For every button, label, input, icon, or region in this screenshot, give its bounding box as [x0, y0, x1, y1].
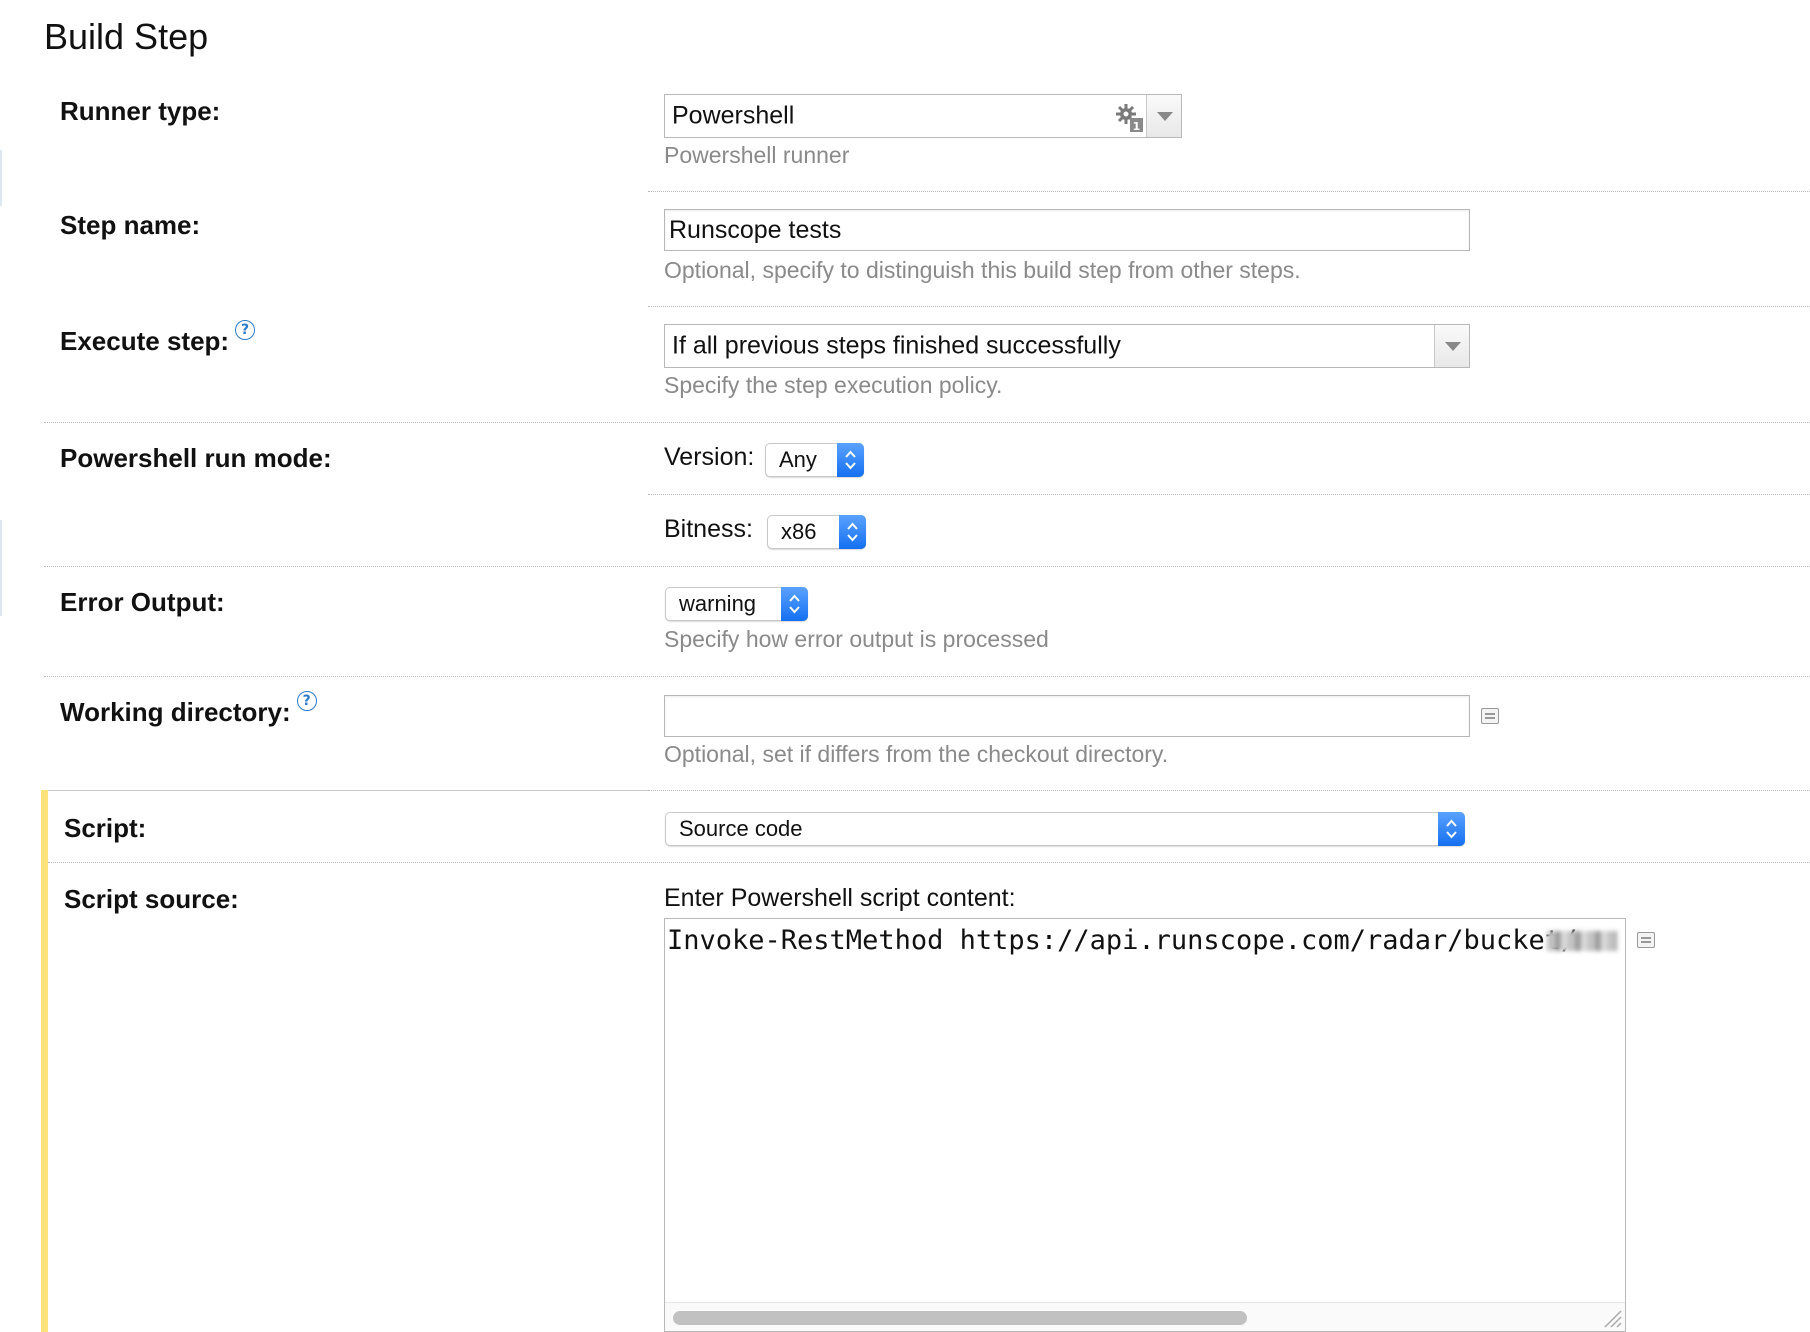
- script-label: Script:: [64, 813, 147, 843]
- redacted-text: [1547, 931, 1617, 951]
- step-name-field[interactable]: [664, 209, 1470, 251]
- svg-text:1: 1: [1133, 120, 1141, 133]
- directory-chooser-icon[interactable]: [1481, 708, 1499, 724]
- left-edge-marker: [0, 520, 2, 616]
- section-top-border: [44, 790, 648, 791]
- execute-step-label-text: Execute step:: [60, 326, 230, 356]
- working-directory-field[interactable]: [664, 695, 1470, 737]
- divider: [648, 306, 1810, 307]
- step-name-label: Step name:: [60, 210, 201, 240]
- runner-type-label: Runner type:: [60, 96, 221, 126]
- divider: [648, 790, 1810, 791]
- bitness-value: x86: [781, 519, 817, 544]
- horizontal-scrollbar[interactable]: [665, 1302, 1625, 1331]
- error-output-select[interactable]: warning: [665, 587, 808, 621]
- stepper-arrows-icon: [781, 587, 808, 621]
- scrollbar-thumb[interactable]: [673, 1311, 1247, 1325]
- divider: [44, 422, 1810, 423]
- working-directory-hint: Optional, set if differs from the checko…: [664, 741, 1169, 767]
- step-name-hint: Optional, specify to distinguish this bu…: [664, 257, 1301, 283]
- error-output-label: Error Output:: [60, 587, 225, 617]
- script-code-line: Invoke-RestMethod https://api.runscope.c…: [667, 925, 1578, 956]
- run-mode-label: Powershell run mode:: [60, 443, 332, 473]
- version-select[interactable]: Any: [765, 443, 864, 477]
- script-select[interactable]: Source code: [665, 812, 1465, 846]
- chevron-down-icon[interactable]: [1434, 325, 1469, 367]
- version-label: Version:: [664, 443, 755, 471]
- execute-step-label: Execute step:?: [60, 320, 256, 357]
- build-step-page: Build Step Runner type: Powershell 1 Pow…: [0, 0, 1810, 1332]
- divider: [44, 676, 1810, 677]
- runner-gear-icon: 1: [1115, 103, 1145, 140]
- execute-step-value: If all previous steps finished successfu…: [672, 331, 1121, 360]
- script-source-editor[interactable]: Invoke-RestMethod https://api.runscope.c…: [664, 918, 1626, 1332]
- chevron-down-icon[interactable]: [1146, 95, 1181, 137]
- help-icon[interactable]: ?: [235, 320, 256, 340]
- page-title: Build Step: [44, 16, 209, 57]
- modified-section-bar: [41, 790, 48, 1332]
- script-value: Source code: [679, 816, 803, 841]
- error-output-value: warning: [679, 591, 757, 616]
- stepper-arrows-icon: [1438, 812, 1465, 846]
- execute-step-hint: Specify the step execution policy.: [664, 372, 1003, 398]
- runner-type-value: Powershell: [672, 101, 795, 130]
- runner-type-hint: Powershell runner: [664, 142, 850, 168]
- divider: [648, 494, 1810, 495]
- version-value: Any: [779, 447, 817, 472]
- bitness-label: Bitness:: [664, 515, 753, 543]
- resize-grip-icon[interactable]: [1601, 1307, 1623, 1329]
- divider: [648, 191, 1810, 192]
- bitness-select[interactable]: x86: [767, 515, 866, 549]
- left-edge-marker: [0, 150, 2, 206]
- help-icon[interactable]: ?: [296, 691, 317, 711]
- divider: [44, 566, 1810, 567]
- script-source-label: Script source:: [64, 884, 239, 914]
- divider: [48, 862, 1810, 863]
- working-directory-label-text: Working directory:: [60, 697, 291, 727]
- script-source-prompt: Enter Powershell script content:: [664, 884, 1016, 912]
- execute-step-select[interactable]: If all previous steps finished successfu…: [664, 324, 1470, 368]
- script-editor-expand-icon[interactable]: [1637, 932, 1655, 948]
- error-output-hint: Specify how error output is processed: [664, 626, 1049, 652]
- runner-type-select[interactable]: Powershell 1: [664, 94, 1182, 138]
- stepper-arrows-icon: [837, 443, 864, 477]
- stepper-arrows-icon: [839, 515, 866, 549]
- working-directory-label: Working directory:?: [60, 691, 317, 728]
